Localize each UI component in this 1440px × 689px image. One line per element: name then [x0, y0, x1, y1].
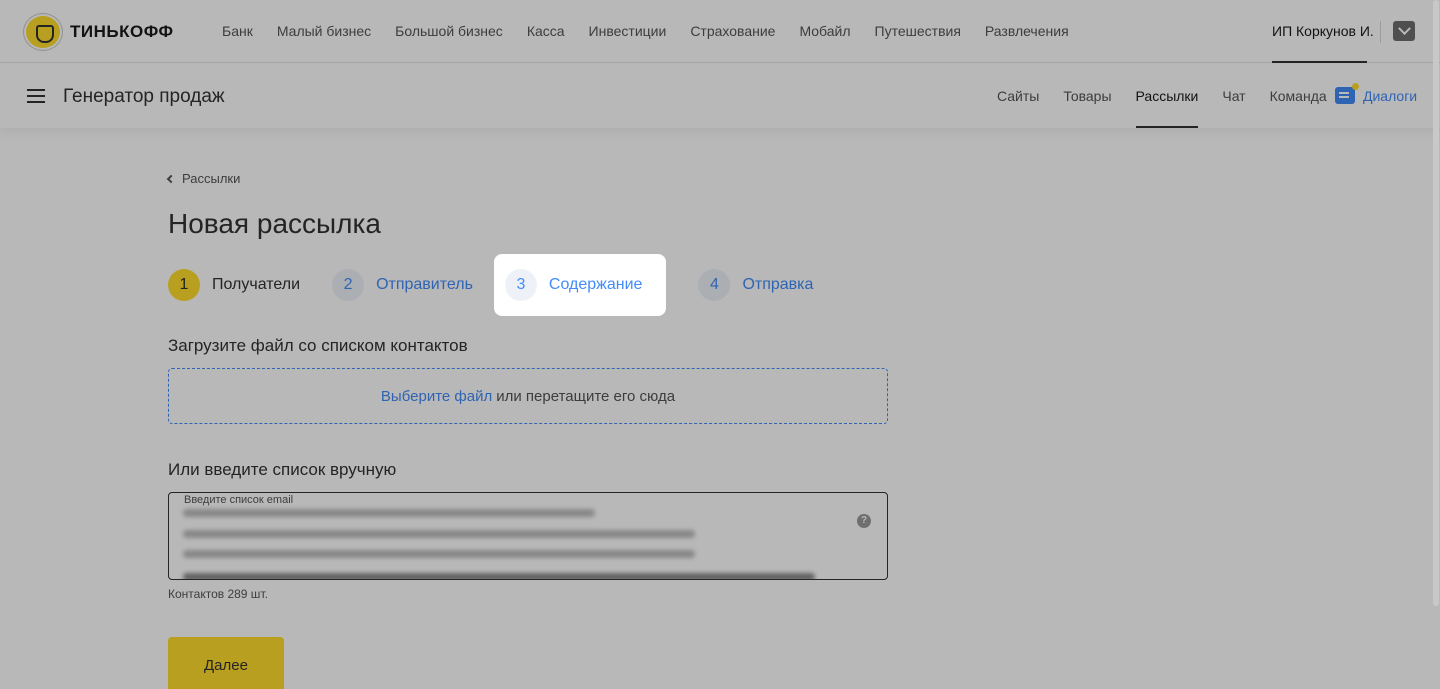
step-number: 3: [504, 269, 537, 301]
step-content[interactable]: 3 Содержание: [493, 254, 667, 316]
step-label: Содержание: [548, 276, 643, 293]
onboarding-dim-overlay: [0, 0, 1440, 689]
scrollbar[interactable]: [1433, 0, 1439, 606]
